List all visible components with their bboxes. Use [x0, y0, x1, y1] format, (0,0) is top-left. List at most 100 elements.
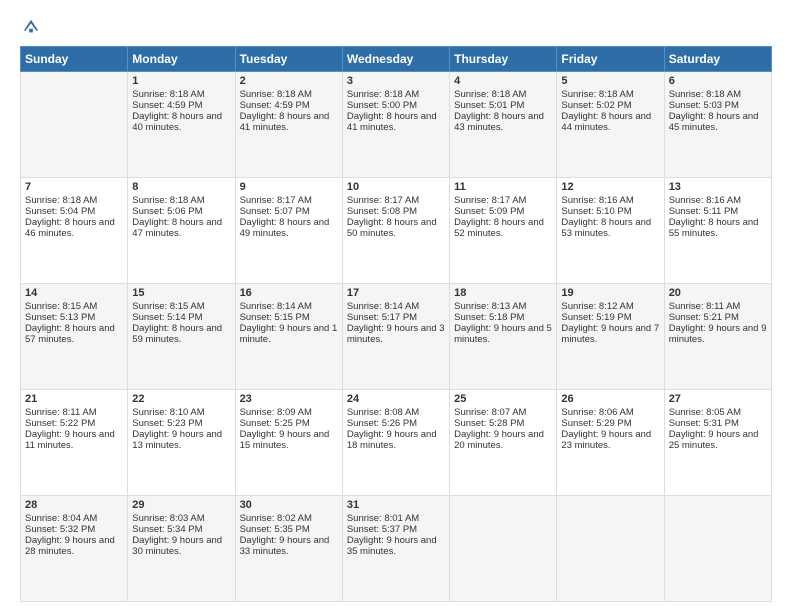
sunset-text: Sunset: 5:34 PM [132, 524, 230, 535]
week-row-2: 14Sunrise: 8:15 AMSunset: 5:13 PMDayligh… [21, 284, 772, 390]
sunset-text: Sunset: 5:13 PM [25, 312, 123, 323]
sunrise-text: Sunrise: 8:17 AM [240, 195, 338, 206]
sunrise-text: Sunrise: 8:04 AM [25, 513, 123, 524]
weekday-header-sunday: Sunday [21, 47, 128, 72]
daylight-text: Daylight: 9 hours and 28 minutes. [25, 535, 123, 557]
day-cell: 25Sunrise: 8:07 AMSunset: 5:28 PMDayligh… [450, 390, 557, 496]
daylight-text: Daylight: 9 hours and 18 minutes. [347, 429, 445, 451]
daylight-text: Daylight: 8 hours and 49 minutes. [240, 217, 338, 239]
daylight-text: Daylight: 9 hours and 35 minutes. [347, 535, 445, 557]
day-cell: 5Sunrise: 8:18 AMSunset: 5:02 PMDaylight… [557, 72, 664, 178]
day-number: 2 [240, 75, 338, 87]
sunset-text: Sunset: 5:09 PM [454, 206, 552, 217]
day-number: 12 [561, 181, 659, 193]
page: SundayMondayTuesdayWednesdayThursdayFrid… [0, 0, 792, 612]
sunrise-text: Sunrise: 8:13 AM [454, 301, 552, 312]
day-cell: 10Sunrise: 8:17 AMSunset: 5:08 PMDayligh… [342, 178, 449, 284]
daylight-text: Daylight: 9 hours and 20 minutes. [454, 429, 552, 451]
sunset-text: Sunset: 5:37 PM [347, 524, 445, 535]
day-number: 6 [669, 75, 767, 87]
day-cell: 27Sunrise: 8:05 AMSunset: 5:31 PMDayligh… [664, 390, 771, 496]
weekday-header-tuesday: Tuesday [235, 47, 342, 72]
day-cell [21, 72, 128, 178]
sunset-text: Sunset: 5:21 PM [669, 312, 767, 323]
daylight-text: Daylight: 8 hours and 52 minutes. [454, 217, 552, 239]
day-cell: 28 Sunrise: 8:04 AMSunset: 5:32 PMDayligh… [21, 496, 128, 602]
daylight-text: Daylight: 8 hours and 45 minutes. [669, 111, 767, 133]
sunset-text: Sunset: 5:35 PM [240, 524, 338, 535]
day-number: 7 [25, 181, 123, 193]
day-cell: 22Sunrise: 8:10 AMSunset: 5:23 PMDayligh… [128, 390, 235, 496]
sunrise-text: Sunrise: 8:18 AM [132, 89, 230, 100]
sunrise-text: Sunrise: 8:15 AM [25, 301, 123, 312]
day-number: 31 [347, 499, 445, 511]
day-cell: 13Sunrise: 8:16 AMSunset: 5:11 PMDayligh… [664, 178, 771, 284]
sunset-text: Sunset: 4:59 PM [240, 100, 338, 111]
sunset-text: Sunset: 5:19 PM [561, 312, 659, 323]
sunrise-text: Sunrise: 8:08 AM [347, 407, 445, 418]
calendar-body: 1Sunrise: 8:18 AMSunset: 4:59 PMDaylight… [21, 72, 772, 602]
daylight-text: Daylight: 9 hours and 3 minutes. [347, 323, 445, 345]
day-number: 23 [240, 393, 338, 405]
daylight-text: Daylight: 8 hours and 41 minutes. [347, 111, 445, 133]
day-number: 21 [25, 393, 123, 405]
header [20, 18, 772, 38]
sunrise-text: Sunrise: 8:18 AM [25, 195, 123, 206]
sunset-text: Sunset: 5:25 PM [240, 418, 338, 429]
sunset-text: Sunset: 5:07 PM [240, 206, 338, 217]
day-number: 18 [454, 287, 552, 299]
week-row-4: 28Sunrise: 8:04 AMSunset: 5:32 PMDayligh… [21, 496, 772, 602]
daylight-text: Daylight: 8 hours and 55 minutes. [669, 217, 767, 239]
sunrise-text: Sunrise: 8:16 AM [561, 195, 659, 206]
logo-icon [22, 18, 40, 36]
sunset-text: Sunset: 5:15 PM [240, 312, 338, 323]
sunrise-text: Sunrise: 8:11 AM [25, 407, 123, 418]
day-number: 22 [132, 393, 230, 405]
day-number: 28 [25, 499, 123, 511]
sunset-text: Sunset: 5:26 PM [347, 418, 445, 429]
sunrise-text: Sunrise: 8:03 AM [132, 513, 230, 524]
sunset-text: Sunset: 5:11 PM [669, 206, 767, 217]
sunrise-text: Sunrise: 8:15 AM [132, 301, 230, 312]
sunrise-text: Sunrise: 8:18 AM [454, 89, 552, 100]
sunrise-text: Sunrise: 8:18 AM [132, 195, 230, 206]
daylight-text: Daylight: 8 hours and 47 minutes. [132, 217, 230, 239]
daylight-text: Daylight: 8 hours and 57 minutes. [25, 323, 123, 345]
sunrise-text: Sunrise: 8:11 AM [669, 301, 767, 312]
sunrise-text: Sunrise: 8:01 AM [347, 513, 445, 524]
daylight-text: Daylight: 9 hours and 15 minutes. [240, 429, 338, 451]
sunset-text: Sunset: 5:29 PM [561, 418, 659, 429]
calendar-table: SundayMondayTuesdayWednesdayThursdayFrid… [20, 46, 772, 602]
day-cell: 3Sunrise: 8:18 AMSunset: 5:00 PMDaylight… [342, 72, 449, 178]
sunrise-text: Sunrise: 8:17 AM [454, 195, 552, 206]
logo [20, 18, 40, 38]
day-cell: 17Sunrise: 8:14 AMSunset: 5:17 PMDayligh… [342, 284, 449, 390]
sunrise-text: Sunrise: 8:09 AM [240, 407, 338, 418]
daylight-text: Daylight: 9 hours and 30 minutes. [132, 535, 230, 557]
daylight-text: Daylight: 8 hours and 41 minutes. [240, 111, 338, 133]
day-cell: 7 Sunrise: 8:18 AMSunset: 5:04 PMDaylight… [21, 178, 128, 284]
sunset-text: Sunset: 5:18 PM [454, 312, 552, 323]
daylight-text: Daylight: 8 hours and 46 minutes. [25, 217, 123, 239]
day-cell: 18 Sunrise: 8:13 AMSunset: 5:18 PMDayligh… [450, 284, 557, 390]
sunset-text: Sunset: 5:28 PM [454, 418, 552, 429]
daylight-text: Daylight: 9 hours and 5 minutes. [454, 323, 552, 345]
day-number: 3 [347, 75, 445, 87]
sunset-text: Sunset: 5:32 PM [25, 524, 123, 535]
sunrise-text: Sunrise: 8:18 AM [669, 89, 767, 100]
day-number: 27 [669, 393, 767, 405]
daylight-text: Daylight: 9 hours and 9 minutes. [669, 323, 767, 345]
weekday-header-saturday: Saturday [664, 47, 771, 72]
day-number: 11 [454, 181, 552, 193]
sunset-text: Sunset: 5:04 PM [25, 206, 123, 217]
day-cell: 2Sunrise: 8:18 AMSunset: 4:59 PMDaylight… [235, 72, 342, 178]
day-number: 25 [454, 393, 552, 405]
day-number: 14 [25, 287, 123, 299]
weekday-header-row: SundayMondayTuesdayWednesdayThursdayFrid… [21, 47, 772, 72]
day-cell: 11 Sunrise: 8:17 AMSunset: 5:09 PMDayligh… [450, 178, 557, 284]
sunrise-text: Sunrise: 8:14 AM [347, 301, 445, 312]
day-number: 20 [669, 287, 767, 299]
daylight-text: Daylight: 8 hours and 50 minutes. [347, 217, 445, 239]
sunrise-text: Sunrise: 8:05 AM [669, 407, 767, 418]
sunset-text: Sunset: 5:10 PM [561, 206, 659, 217]
